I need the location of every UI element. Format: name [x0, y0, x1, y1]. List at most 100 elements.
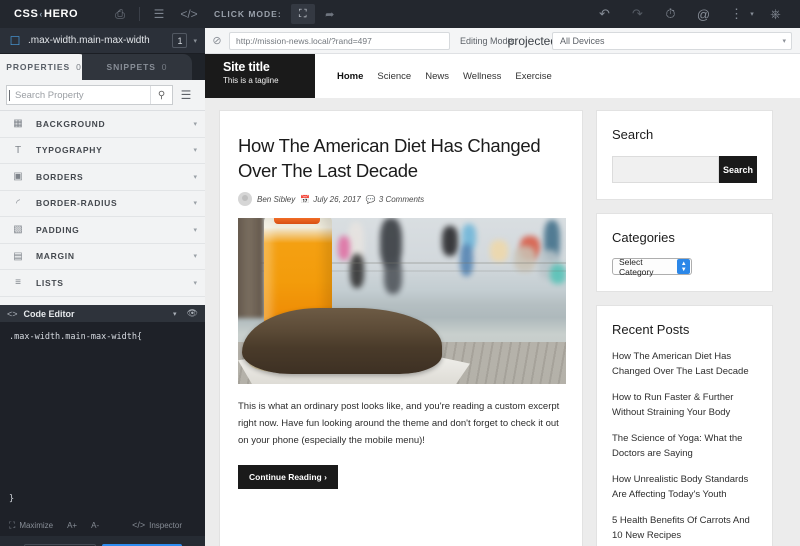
- left-panel: SNIPPETS 0 PROPERTIES 0 Search Property …: [0, 54, 205, 546]
- property-row-margin[interactable]: ▤ MARGIN ▾: [0, 243, 205, 270]
- redo-icon[interactable]: ↷: [621, 0, 654, 28]
- code-editor-toolbar: ⛶ Maximize A+ A- </> Inspector: [0, 514, 205, 536]
- no-entry-icon[interactable]: ⊘: [205, 34, 229, 47]
- chevron-down-icon[interactable]: ▾: [193, 252, 197, 260]
- chevron-down-icon[interactable]: ▾: [193, 37, 197, 45]
- property-row-background[interactable]: ▦ BACKGROUND ▾: [0, 111, 205, 138]
- nav-item-exercise[interactable]: Exercise: [515, 71, 551, 82]
- tab-properties[interactable]: PROPERTIES 0: [0, 54, 88, 80]
- chevron-down-icon[interactable]: ▾: [193, 226, 197, 234]
- recent-posts-widget: Recent Posts How The American Diet Has C…: [596, 305, 773, 546]
- property-label: MARGIN: [36, 251, 75, 262]
- property-row-lists[interactable]: ≡ LISTS ▾: [0, 270, 205, 297]
- select-box-icon[interactable]: ⛶: [290, 4, 315, 24]
- recent-posts-list: How The American Diet Has Changed Over T…: [612, 349, 757, 543]
- selector-count-badge[interactable]: 1: [172, 33, 188, 48]
- chevron-down-icon[interactable]: ▾: [173, 310, 177, 318]
- bullet-list-icon: ≡: [15, 277, 21, 289]
- undo-icon[interactable]: ↶: [588, 0, 621, 28]
- chevron-down-icon[interactable]: ▾: [193, 120, 197, 128]
- article-card: How The American Diet Has Changed Over T…: [219, 110, 583, 546]
- article-date-group: 📅 July 26, 2017: [300, 195, 361, 204]
- logo-hero: HERO: [44, 8, 79, 20]
- property-label: LISTS: [36, 277, 64, 288]
- code-editor-header[interactable]: <> Code Editor ▾ 👁: [0, 305, 205, 322]
- search-input[interactable]: [612, 156, 719, 183]
- at-icon[interactable]: @: [687, 0, 720, 28]
- search-property-box[interactable]: Search Property ⚲: [6, 85, 173, 105]
- toolbar-right-group: ↶ ↷ ⏱ @ ⋮ ▾ ⎈: [588, 0, 800, 28]
- tab-snippets-count: 0: [161, 62, 168, 72]
- copy-icon[interactable]: ⎙: [105, 0, 135, 28]
- property-search-row: Search Property ⚲ ☰: [0, 80, 205, 111]
- chevron-down-icon[interactable]: ▾: [193, 146, 197, 154]
- search-input[interactable]: Search Property: [9, 89, 150, 101]
- tab-properties-label: PROPERTIES: [6, 62, 71, 72]
- site-title: Site title: [223, 60, 270, 74]
- chevron-down-icon[interactable]: ▾: [193, 173, 197, 181]
- more-caret-icon[interactable]: ▾: [745, 10, 759, 18]
- list-item[interactable]: How to Run Faster & Further Without Stra…: [612, 390, 757, 420]
- code-editor-body[interactable]: .max-width.main-max-width{: [0, 322, 205, 494]
- chevron-down-icon[interactable]: ▾: [193, 279, 197, 287]
- continue-reading-button[interactable]: Continue Reading ›: [238, 465, 338, 489]
- code-icon[interactable]: </>: [174, 0, 204, 28]
- article-featured-image[interactable]: [238, 218, 566, 384]
- property-row-typography[interactable]: T TYPOGRAPHY ▾: [0, 137, 205, 164]
- layers-icon[interactable]: ☰: [144, 0, 174, 28]
- font-increase-button[interactable]: A+: [67, 521, 77, 530]
- property-row-padding[interactable]: ▧ PADDING ▾: [0, 217, 205, 244]
- article-title[interactable]: How The American Diet Has Changed Over T…: [238, 133, 564, 183]
- property-label: BORDERS: [36, 171, 84, 182]
- category-select[interactable]: Select Category ▲ ▼: [612, 257, 692, 277]
- nav-item-wellness[interactable]: Wellness: [463, 71, 501, 82]
- list-item[interactable]: How The American Diet Has Changed Over T…: [612, 349, 757, 379]
- article-comments-group[interactable]: 💬 3 Comments: [366, 195, 424, 204]
- power-icon[interactable]: ⎈: [759, 0, 792, 28]
- search-form: Search: [612, 156, 757, 183]
- history-icon[interactable]: ⏱: [654, 0, 687, 28]
- list-item[interactable]: How Unrealistic Body Standards Are Affec…: [612, 472, 757, 502]
- current-selector[interactable]: .max-width.main-max-width: [28, 35, 172, 46]
- site-header: Site title This is a tagline Home Scienc…: [205, 54, 800, 98]
- nav-item-home[interactable]: Home: [337, 71, 363, 82]
- select-stepper-icon: ▲ ▼: [677, 259, 690, 274]
- panel-footer: CANCEL SAVE & PUBLISH: [0, 536, 205, 546]
- search-icon[interactable]: ⚲: [150, 86, 172, 104]
- site-branding[interactable]: Site title This is a tagline: [205, 54, 315, 98]
- eye-icon[interactable]: 👁: [187, 308, 198, 319]
- maximize-label: Maximize: [19, 520, 54, 530]
- list-item[interactable]: 5 Health Benefits Of Carrots And 10 New …: [612, 513, 757, 543]
- property-row-borders[interactable]: ▣ BORDERS ▾: [0, 164, 205, 191]
- maximize-button[interactable]: ⛶ Maximize: [9, 520, 53, 531]
- property-row-extra[interactable]: ⋯ EXTRA ▾: [0, 296, 205, 305]
- text-t-icon: T: [14, 144, 22, 156]
- list-item[interactable]: The Science of Yoga: What the Doctors ar…: [612, 431, 757, 461]
- nav-item-news[interactable]: News: [425, 71, 449, 82]
- url-bar: ⊘ http://mission-news.local/?rand=497 Ed…: [205, 28, 800, 54]
- click-mode-label: CLICK MODE:: [214, 9, 282, 19]
- padding-box-icon: ▧: [13, 224, 23, 236]
- search-submit-button[interactable]: Search: [719, 156, 757, 183]
- widget-title: Categories: [612, 230, 675, 245]
- sandwich: [242, 308, 442, 374]
- tab-snippets-label: SNIPPETS: [106, 62, 156, 72]
- article-author[interactable]: Ben Sibley: [257, 195, 295, 204]
- angle-brackets-icon: <>: [7, 308, 18, 319]
- devices-icon[interactable]: projected;: [508, 32, 561, 50]
- nav-item-science[interactable]: Science: [377, 71, 411, 82]
- chevron-down-icon[interactable]: ▾: [193, 199, 197, 207]
- font-decrease-button[interactable]: A-: [91, 521, 99, 530]
- code-line-close: }: [0, 494, 205, 514]
- device-select[interactable]: All Devices ▾: [552, 31, 792, 50]
- property-label: BACKGROUND: [36, 118, 106, 129]
- inspector-button[interactable]: </> Inspector: [132, 520, 182, 530]
- cursor-arrow-icon[interactable]: ➦: [319, 4, 341, 24]
- device-select-value: All Devices: [560, 35, 605, 46]
- tab-snippets[interactable]: SNIPPETS 0: [82, 54, 192, 80]
- url-input[interactable]: http://mission-news.local/?rand=497: [229, 31, 450, 50]
- hamburger-icon[interactable]: ☰: [173, 85, 199, 105]
- property-row-border-radius[interactable]: ◜ BORDER-RADIUS ▾: [0, 190, 205, 217]
- inspector-label: Inspector: [149, 520, 182, 530]
- categories-widget: Categories Select Category ▲ ▼: [596, 213, 773, 292]
